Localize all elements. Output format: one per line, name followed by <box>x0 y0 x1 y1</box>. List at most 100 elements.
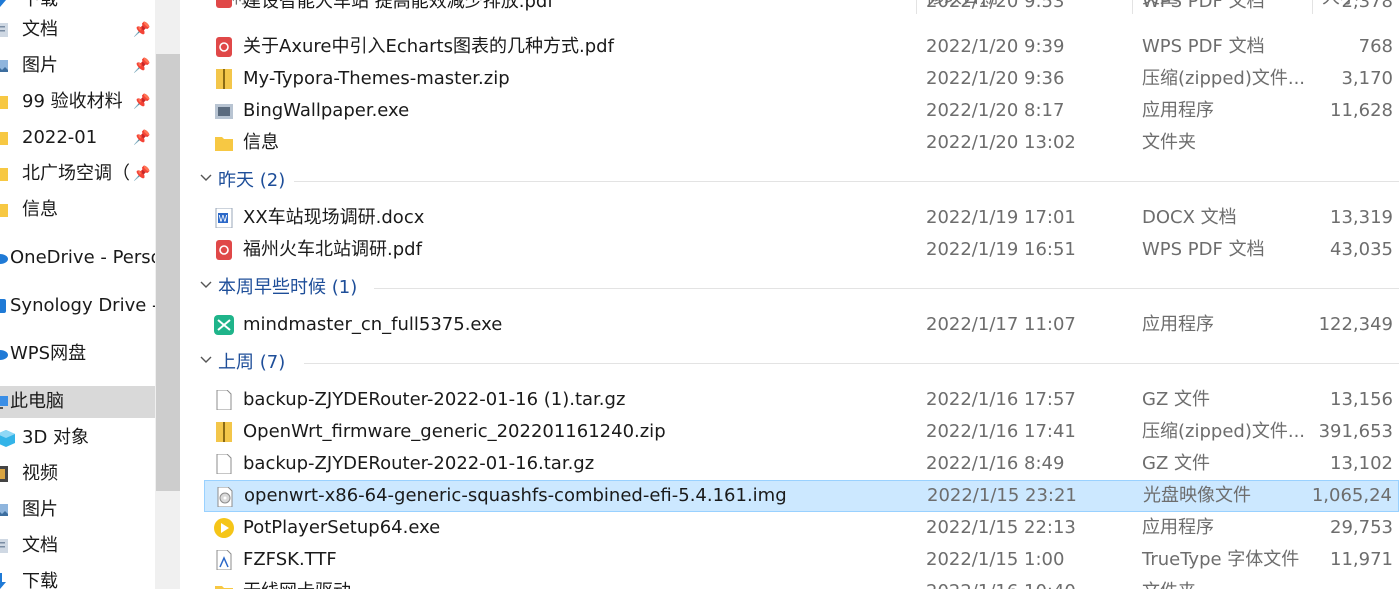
file-row[interactable]: backup-ZJYDERouter-2022-01-16.tar.gz 202… <box>204 448 1399 480</box>
file-name: 建设智能大车站 提高能效减少排放.pdf <box>243 0 554 12</box>
sidebar-item-label: 图片 <box>22 499 58 520</box>
file-date: 2022/1/20 8:17 <box>926 100 1065 121</box>
file-type: 压缩(zipped)文件... <box>1142 68 1306 89</box>
file-size: 122,349 <box>1318 314 1393 335</box>
file-size: 1,065,24 <box>1311 485 1392 506</box>
file-date: 2022/1/20 9:39 <box>926 36 1065 57</box>
folder-icon <box>215 586 233 589</box>
folder-icon <box>0 168 8 181</box>
file-list: 名称 修改日期 类型 大小 建设智能大车站 提高能效减少排放.pdf 2022/… <box>182 0 1399 589</box>
file-date: 2022/1/16 10:40 <box>926 576 1076 589</box>
group-header-last-week[interactable]: 上周 (7) <box>194 346 1399 380</box>
cloud-icon <box>0 350 8 360</box>
sidebar-item-label: 图片 <box>22 55 58 76</box>
sidebar-item-documents-pinned[interactable]: 文档 📌 <box>0 14 155 46</box>
pin-icon[interactable]: 📌 <box>133 158 150 190</box>
sidebar-scrollbar-thumb[interactable] <box>156 54 180 491</box>
sidebar-item-label: 此电脑 <box>10 391 64 412</box>
sidebar-item-this-pc[interactable]: 此电脑 <box>0 386 155 418</box>
sidebar-item-downloads[interactable]: 下载 <box>0 566 155 589</box>
video-icon <box>0 466 8 482</box>
file-date: 2022/1/20 9:53 <box>926 0 1065 12</box>
file-type: WPS PDF 文档 <box>1142 239 1265 260</box>
chevron-down-icon <box>200 356 212 363</box>
file-date: 2022/1/19 16:51 <box>926 239 1076 260</box>
group-header-yesterday[interactable]: 昨天 (2) <box>194 164 1399 198</box>
folder-icon <box>0 96 8 109</box>
docx-icon: W <box>215 208 233 228</box>
file-row[interactable]: 关于Axure中引入Echarts图表的几种方式.pdf 2022/1/20 9… <box>204 31 1399 63</box>
sidebar-item-folder-north-plaza[interactable]: 北广场空调（ 📌 <box>0 158 155 190</box>
file-row[interactable]: backup-ZJYDERouter-2022-01-16 (1).tar.gz… <box>204 384 1399 416</box>
file-row[interactable]: mindmaster_cn_full5375.exe 2022/1/17 11:… <box>204 309 1399 341</box>
file-date: 2022/1/15 23:21 <box>927 485 1077 506</box>
svg-text:W: W <box>219 215 228 225</box>
file-date: 2022/1/16 17:57 <box>926 389 1076 410</box>
file-size: 11,628 <box>1330 100 1393 121</box>
sidebar-item-label: 信息 <box>22 199 58 220</box>
file-name: backup-ZJYDERouter-2022-01-16.tar.gz <box>243 453 595 474</box>
group-header-earlier-this-week[interactable]: 本周早些时候 (1) <box>194 271 1399 305</box>
file-type: 文件夹 <box>1142 576 1196 589</box>
file-icon <box>216 454 232 474</box>
file-name: 无线网卡驱动 <box>243 576 351 589</box>
file-row-selected[interactable]: openwrt-x86-64-generic-squashfs-combined… <box>204 480 1399 512</box>
file-row[interactable]: BingWallpaper.exe 2022/1/20 8:17 应用程序 11… <box>204 95 1399 127</box>
sidebar-item-label: OneDrive - Perso <box>10 247 162 268</box>
folder-icon <box>0 132 8 145</box>
file-name: My-Typora-Themes-master.zip <box>243 68 510 89</box>
sidebar-item-label: 文档 <box>22 535 58 556</box>
sidebar-item-folder-info[interactable]: 信息 <box>0 194 155 226</box>
sidebar-item-videos[interactable]: 视频 <box>0 458 155 490</box>
file-type: 光盘映像文件 <box>1143 485 1251 506</box>
file-name: 信息 <box>243 132 279 153</box>
folder-icon <box>0 204 8 217</box>
file-name: BingWallpaper.exe <box>243 100 410 121</box>
sidebar-item-3d-objects[interactable]: 3D 对象 <box>0 422 155 454</box>
file-date: 2022/1/16 8:49 <box>926 453 1065 474</box>
file-row[interactable]: My-Typora-Themes-master.zip 2022/1/20 9:… <box>204 63 1399 95</box>
disc-image-icon <box>217 487 233 507</box>
computer-icon <box>0 396 8 409</box>
sidebar-item-folder-99[interactable]: 99 验收材料 📌 <box>0 86 155 118</box>
file-size: 391,653 <box>1318 421 1393 442</box>
pin-icon[interactable]: 📌 <box>133 86 150 118</box>
file-type: WPS PDF 文档 <box>1142 0 1265 12</box>
file-size: 13,156 <box>1330 389 1393 410</box>
file-row[interactable]: 建设智能大车站 提高能效减少排放.pdf 2022/1/20 9:53 WPS … <box>204 0 1399 20</box>
sidebar-item-onedrive[interactable]: OneDrive - Perso <box>0 242 162 274</box>
pin-icon[interactable]: 📌 <box>133 14 150 46</box>
file-row[interactable]: 无线网卡驱动 2022/1/16 10:40 文件夹 <box>204 576 1399 589</box>
sidebar-item-pictures-pinned[interactable]: 图片 📌 <box>0 50 155 82</box>
sidebar-item-label: 2022-01 <box>22 127 98 148</box>
file-row[interactable]: 信息 2022/1/20 13:02 文件夹 <box>204 127 1399 159</box>
file-name: FZFSK.TTF <box>243 549 337 570</box>
file-name: 福州火车北站调研.pdf <box>243 239 422 260</box>
pin-icon[interactable]: 📌 <box>133 122 150 154</box>
file-type: TrueType 字体文件 <box>1142 549 1300 570</box>
folder-icon <box>215 137 233 151</box>
file-date: 2022/1/15 1:00 <box>926 549 1065 570</box>
sidebar-item-documents[interactable]: 文档 <box>0 530 155 562</box>
group-label: 上周 (7) <box>218 352 286 373</box>
pin-icon[interactable]: 📌 <box>133 50 150 82</box>
sidebar-item-pictures[interactable]: 图片 <box>0 494 155 526</box>
cube-icon <box>0 430 15 447</box>
sidebar-item-folder-2022-01[interactable]: 2022-01 📌 <box>0 122 155 154</box>
file-row[interactable]: 福州火车北站调研.pdf 2022/1/19 16:51 WPS PDF 文档 … <box>204 234 1399 266</box>
file-type: WPS PDF 文档 <box>1142 36 1265 57</box>
file-row[interactable]: PotPlayerSetup64.exe 2022/1/15 22:13 应用程… <box>204 512 1399 544</box>
file-row[interactable]: FZFSK.TTF 2022/1/15 1:00 TrueType 字体文件 1… <box>204 544 1399 576</box>
file-row[interactable]: W XX车站现场调研.docx 2022/1/19 17:01 DOCX 文档 … <box>204 202 1399 234</box>
pictures-folder-icon <box>0 504 8 516</box>
file-name: 关于Axure中引入Echarts图表的几种方式.pdf <box>243 36 614 57</box>
sidebar-item-synology-drive[interactable]: Synology Drive - <box>0 290 159 322</box>
file-name: XX车站现场调研.docx <box>243 207 425 228</box>
file-row[interactable]: OpenWrt_firmware_generic_202201161240.zi… <box>204 416 1399 448</box>
pdf-icon <box>216 37 232 57</box>
sidebar-item-label: 文档 <box>22 19 58 40</box>
sidebar-item-wps-cloud[interactable]: WPS网盘 <box>0 338 155 370</box>
sidebar-item-label: 99 验收材料 <box>22 91 123 112</box>
file-name: PotPlayerSetup64.exe <box>243 517 441 538</box>
file-name: mindmaster_cn_full5375.exe <box>243 314 503 335</box>
